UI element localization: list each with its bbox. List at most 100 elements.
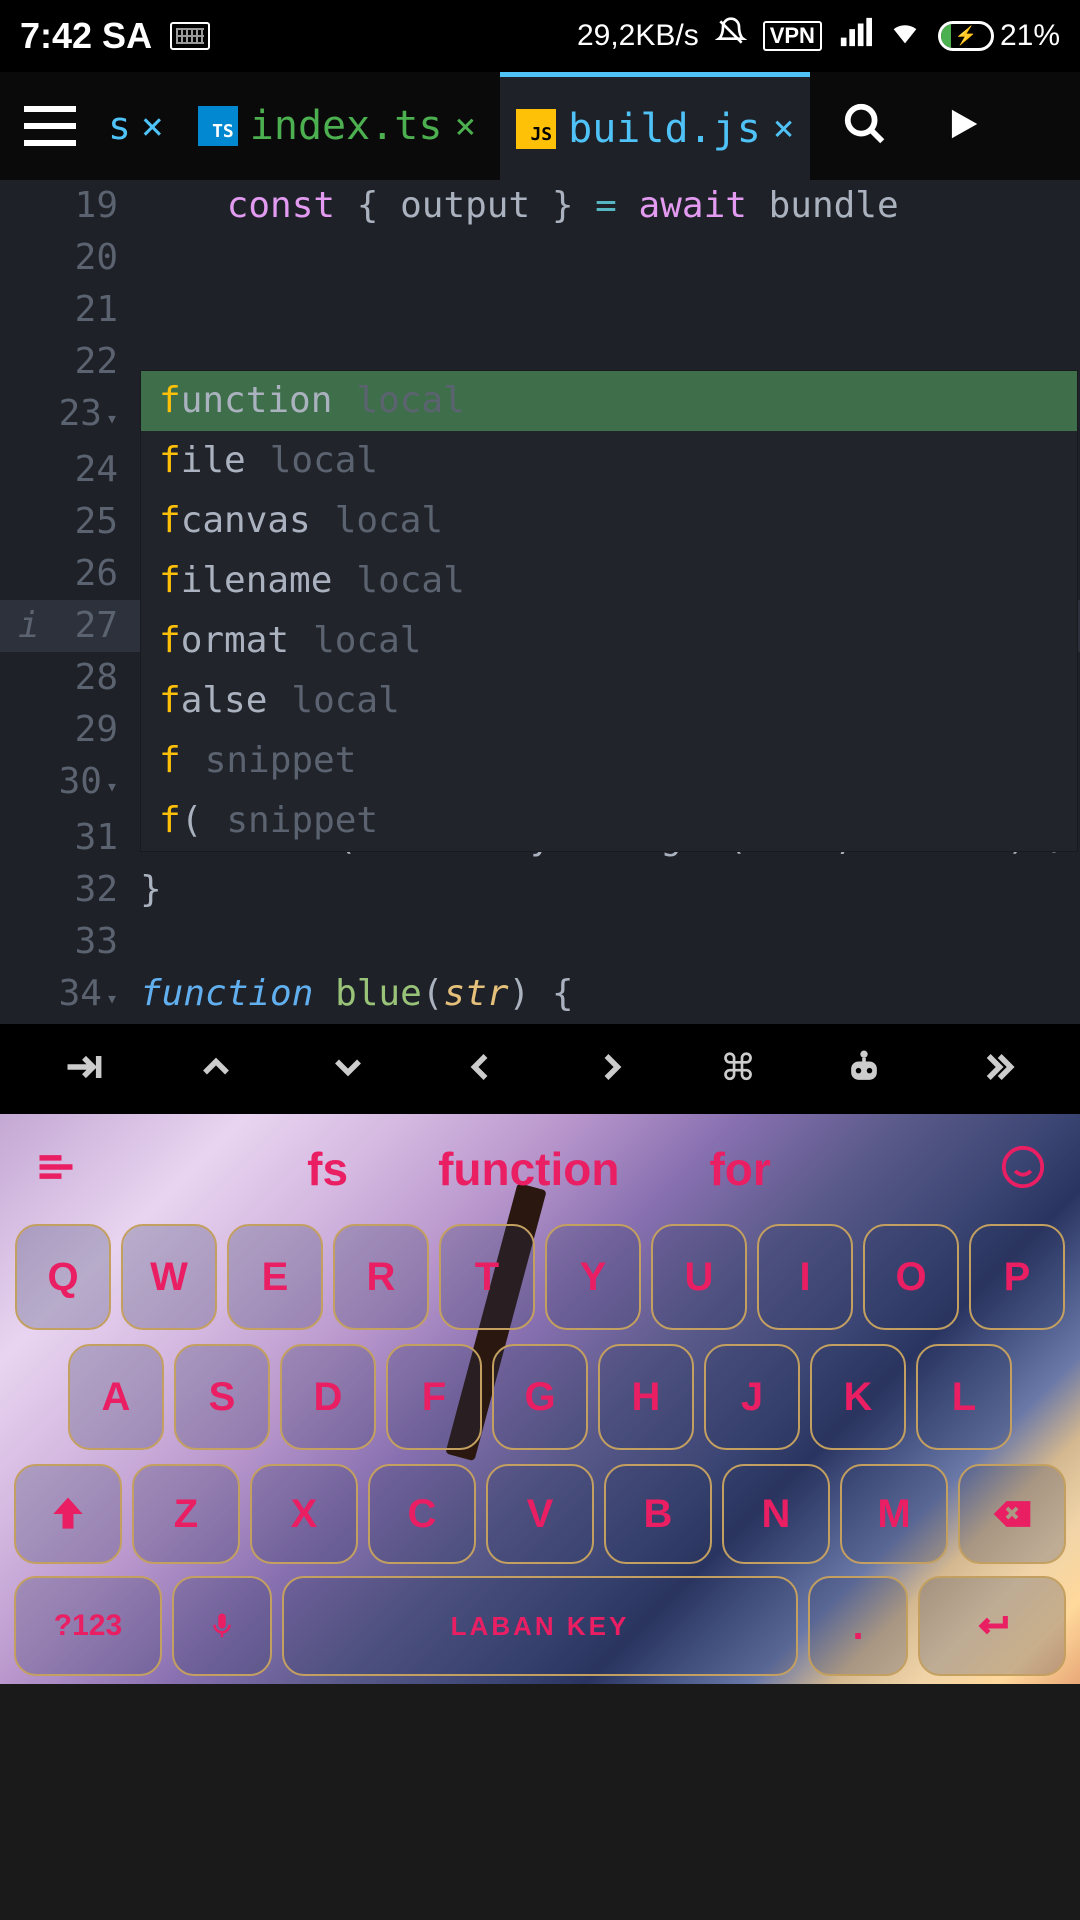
network-speed: 29,2KB/s [577, 19, 699, 53]
tab-build-js[interactable]: JS build.js × [500, 72, 810, 180]
tab-index-ts[interactable]: TS index.ts × [182, 72, 492, 180]
tab-label: build.js [568, 106, 761, 152]
keyboard-menu-icon[interactable] [34, 1145, 78, 1193]
suggestion[interactable]: for [709, 1142, 770, 1196]
key-g[interactable]: G [492, 1344, 588, 1450]
autocomplete-item[interactable]: falselocal [141, 671, 1077, 731]
key-k[interactable]: K [810, 1344, 906, 1450]
key-shift[interactable] [14, 1464, 122, 1564]
line-number: 30▾ [0, 756, 140, 812]
key-symbols[interactable]: ?123 [14, 1576, 162, 1676]
right-icon[interactable] [590, 1045, 634, 1093]
key-e[interactable]: E [227, 1224, 323, 1330]
tab-label: index.ts [250, 103, 443, 149]
status-bar: 7:42 SA 29,2KB/s VPN ⚡ 21% [0, 0, 1080, 72]
key-p[interactable]: P [969, 1224, 1065, 1330]
line-number: i27 [0, 600, 140, 652]
command-icon[interactable]: ⌘ [722, 1039, 753, 1099]
key-n[interactable]: N [722, 1464, 830, 1564]
key-s[interactable]: S [174, 1344, 270, 1450]
shortcut-bar: ⌘ [0, 1024, 1080, 1114]
vpn-badge: VPN [763, 21, 822, 51]
key-i[interactable]: I [757, 1224, 853, 1330]
battery-indicator: ⚡ 21% [938, 19, 1060, 53]
keyboard-indicator-icon [170, 22, 210, 50]
key-enter[interactable] [918, 1576, 1066, 1676]
key-q[interactable]: Q [15, 1224, 111, 1330]
keyboard-row: A S D F G H J K L [0, 1344, 1080, 1450]
key-y[interactable]: Y [545, 1224, 641, 1330]
line-number: 21 [0, 284, 140, 336]
javascript-icon: JS [516, 109, 556, 149]
status-right: 29,2KB/s VPN ⚡ 21% [577, 15, 1060, 57]
key-period[interactable]: . [808, 1576, 908, 1676]
fold-icon: ▾ [106, 406, 118, 430]
close-icon[interactable]: × [773, 108, 795, 149]
notifications-muted-icon [715, 16, 747, 56]
key-v[interactable]: V [486, 1464, 594, 1564]
keyboard-suggestion-row: fs function for [0, 1114, 1080, 1224]
key-j[interactable]: J [704, 1344, 800, 1450]
more-icon[interactable] [974, 1045, 1018, 1093]
key-m[interactable]: M [840, 1464, 948, 1564]
line-number: 23▾ [0, 388, 140, 444]
autocomplete-item[interactable]: functionlocal [141, 371, 1077, 431]
tab-key-icon[interactable] [62, 1045, 106, 1093]
key-l[interactable]: L [916, 1344, 1012, 1450]
typescript-icon: TS [198, 106, 238, 146]
key-a[interactable]: A [68, 1344, 164, 1450]
key-o[interactable]: O [863, 1224, 959, 1330]
soft-keyboard: fs function for Q W E R T Y U I O P A S … [0, 1114, 1080, 1684]
key-t[interactable]: T [439, 1224, 535, 1330]
emoji-icon[interactable] [1000, 1144, 1046, 1194]
line-number: 19 [0, 180, 140, 232]
down-icon[interactable] [326, 1045, 370, 1093]
key-u[interactable]: U [651, 1224, 747, 1330]
key-space[interactable]: LABAN KEY [282, 1576, 798, 1676]
key-d[interactable]: D [280, 1344, 376, 1450]
code-line: } [140, 864, 1080, 916]
line-number: 20 [0, 232, 140, 284]
autocomplete-item[interactable]: filenamelocal [141, 551, 1077, 611]
key-r[interactable]: R [333, 1224, 429, 1330]
close-icon[interactable]: × [141, 104, 164, 148]
code-line: const { output } = await bundle [140, 180, 1080, 232]
menu-icon[interactable] [24, 106, 76, 146]
left-icon[interactable] [458, 1045, 502, 1093]
line-number: 34▾ [0, 968, 140, 1024]
autocomplete-popup: functionlocal filelocal fcanvaslocal fil… [140, 370, 1078, 852]
up-icon[interactable] [194, 1045, 238, 1093]
key-b[interactable]: B [604, 1464, 712, 1564]
search-icon[interactable] [842, 101, 888, 151]
line-number: 28 [0, 652, 140, 704]
autocomplete-item[interactable]: fcanvaslocal [141, 491, 1077, 551]
suggestion[interactable]: function [438, 1142, 619, 1196]
line-number: 24 [0, 444, 140, 496]
status-left: 7:42 SA [20, 15, 210, 57]
key-backspace[interactable] [958, 1464, 1066, 1564]
key-mic[interactable] [172, 1576, 272, 1676]
autocomplete-item[interactable]: f(snippet [141, 791, 1077, 851]
keyboard-row: Q W E R T Y U I O P [0, 1224, 1080, 1330]
signal-icon [838, 15, 872, 57]
info-icon: i [18, 600, 40, 652]
line-number: 31 [0, 812, 140, 864]
key-x[interactable]: X [250, 1464, 358, 1564]
autocomplete-item[interactable]: fsnippet [141, 731, 1077, 791]
suggestion[interactable]: fs [307, 1142, 348, 1196]
close-icon[interactable]: × [454, 106, 476, 147]
autocomplete-item[interactable]: filelocal [141, 431, 1077, 491]
key-c[interactable]: C [368, 1464, 476, 1564]
run-icon[interactable] [944, 105, 982, 147]
key-z[interactable]: Z [132, 1464, 240, 1564]
code-editor[interactable]: 19 const { output } = await bundle 20 21… [0, 180, 1080, 1024]
key-h[interactable]: H [598, 1344, 694, 1450]
line-number: 22 [0, 336, 140, 388]
keyboard-row: Z X C V B N M [0, 1464, 1080, 1564]
wifi-icon [888, 15, 922, 57]
key-f[interactable]: F [386, 1344, 482, 1450]
robot-icon[interactable] [842, 1045, 886, 1093]
autocomplete-item[interactable]: formatlocal [141, 611, 1077, 671]
key-w[interactable]: W [121, 1224, 217, 1330]
tab-partial[interactable]: s × [98, 104, 174, 148]
